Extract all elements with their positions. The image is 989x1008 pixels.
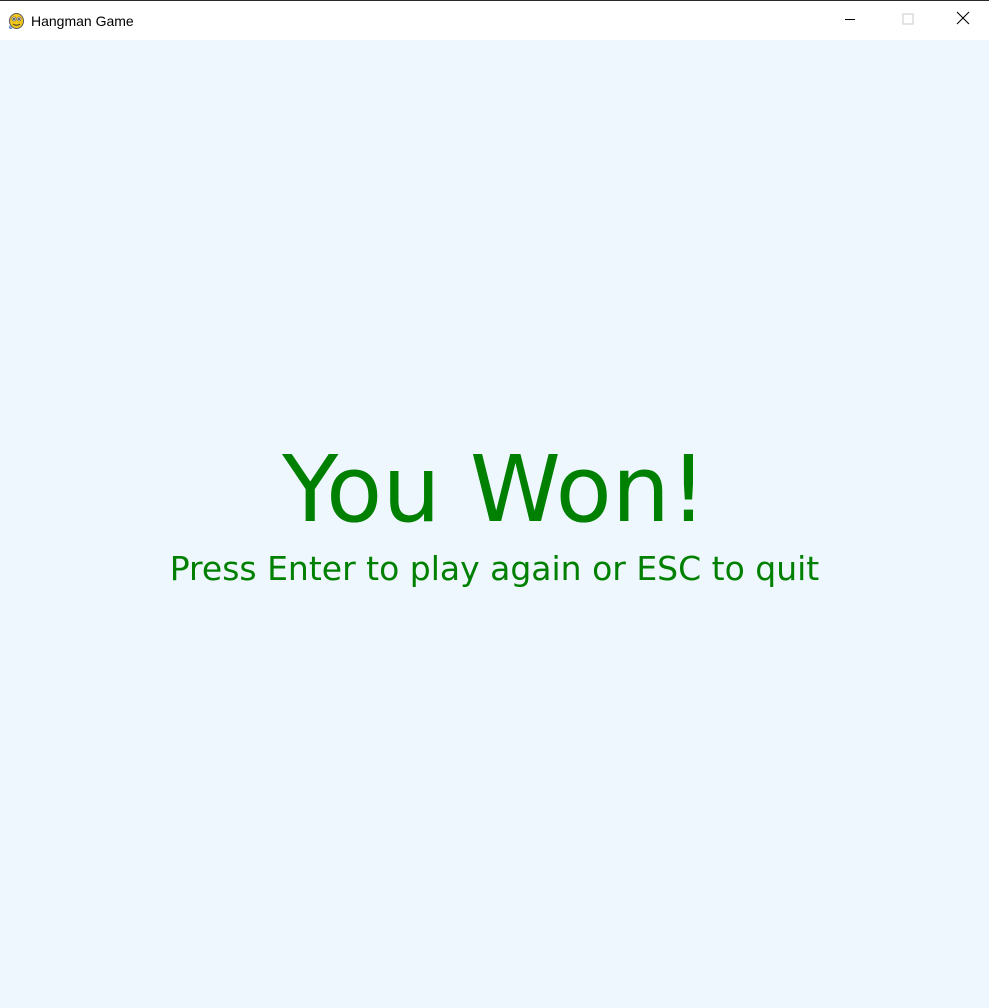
app-window: Hangman Game You Won! Press Enter to pla… bbox=[0, 0, 989, 1008]
result-heading: You Won! bbox=[282, 436, 707, 543]
title-bar[interactable]: Hangman Game bbox=[0, 1, 989, 40]
minimize-button[interactable] bbox=[821, 1, 879, 40]
maximize-button[interactable] bbox=[879, 1, 937, 40]
instruction-text: Press Enter to play again or ESC to quit bbox=[169, 549, 820, 588]
pygame-snake-icon bbox=[7, 11, 26, 30]
maximize-icon bbox=[902, 12, 914, 30]
game-canvas[interactable]: You Won! Press Enter to play again or ES… bbox=[0, 40, 989, 1008]
window-title: Hangman Game bbox=[31, 13, 134, 29]
close-button[interactable] bbox=[937, 1, 989, 40]
minimize-icon bbox=[844, 12, 856, 30]
close-icon bbox=[956, 11, 970, 30]
